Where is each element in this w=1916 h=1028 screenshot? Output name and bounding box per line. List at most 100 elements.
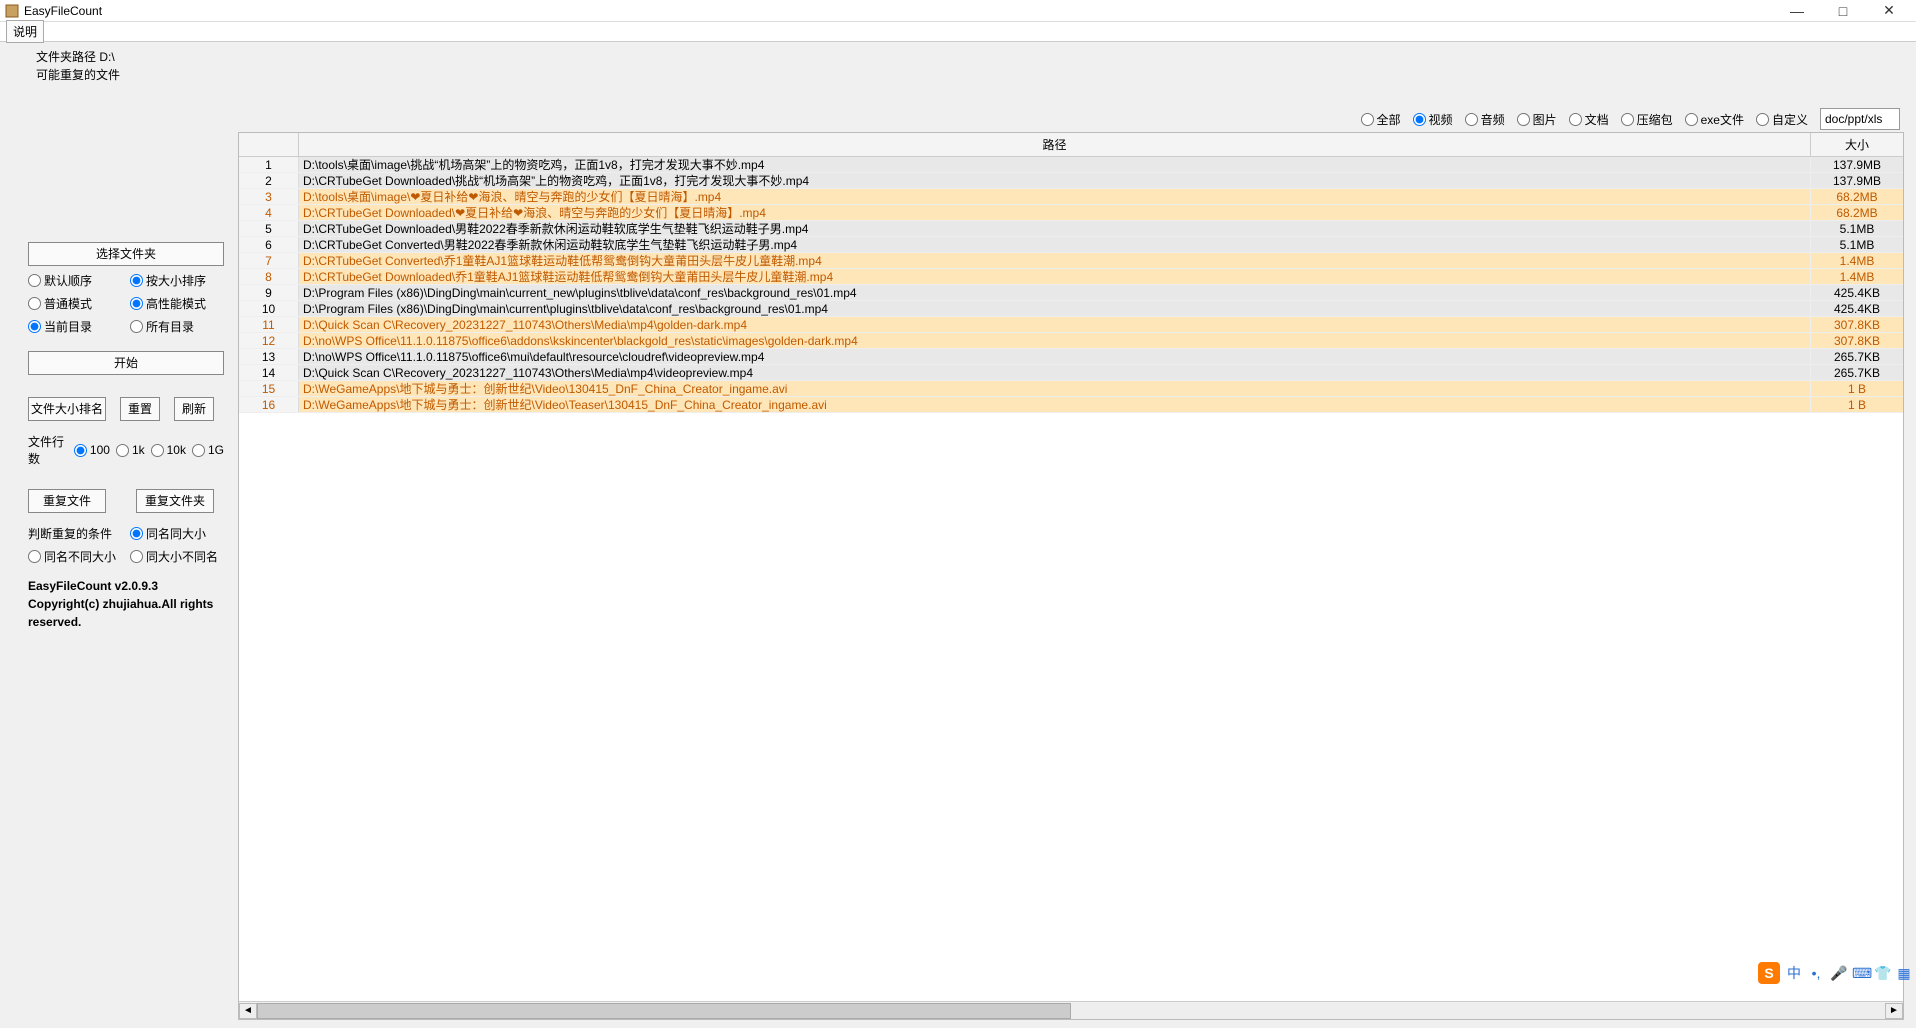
row-index: 13 [239, 349, 299, 364]
sidebar: 选择文件夹 默认顺序 按大小排序 普通模式 高性能模式 当前目录 所有目录 开始… [28, 242, 224, 631]
row-index: 5 [239, 221, 299, 236]
custom-filter-input[interactable] [1820, 108, 1900, 130]
ime-keyboard-icon[interactable]: ⌨ [1852, 965, 1868, 982]
rows-100[interactable]: 100 [74, 443, 110, 457]
table-header: 路径 大小 [239, 133, 1903, 157]
table-row[interactable]: 12D:\no\WPS Office\11.1.0.11875\office6\… [239, 333, 1903, 349]
table-row[interactable]: 7D:\CRTubeGet Converted\乔1童鞋AJ1篮球鞋运动鞋低帮鸳… [239, 253, 1903, 269]
ime-grid-icon[interactable]: ▦ [1896, 965, 1912, 982]
refresh-button[interactable]: 刷新 [174, 397, 214, 421]
filter-exe[interactable]: exe文件 [1685, 111, 1744, 128]
row-index: 2 [239, 173, 299, 188]
rows-1k[interactable]: 1k [116, 443, 145, 457]
filter-all[interactable]: 全部 [1361, 111, 1401, 128]
sogou-icon[interactable]: S [1758, 962, 1780, 984]
sort-size-radio[interactable]: 按大小排序 [130, 272, 224, 289]
rows-label: 文件行数 [28, 433, 68, 467]
row-index: 16 [239, 397, 299, 412]
table-row[interactable]: 16D:\WeGameApps\地下城与勇士：创新世纪\Video\Teaser… [239, 397, 1903, 413]
table-row[interactable]: 11D:\Quick Scan C\Recovery_20231227_1107… [239, 317, 1903, 333]
dup-folders-button[interactable]: 重复文件夹 [136, 489, 214, 513]
dup-files-button[interactable]: 重复文件 [28, 489, 106, 513]
dup-cond-label: 判断重复的条件 [28, 525, 122, 542]
scroll-right-arrow[interactable]: ► [1885, 1003, 1903, 1019]
table-row[interactable]: 9D:\Program Files (x86)\DingDing\main\cu… [239, 285, 1903, 301]
row-path: D:\CRTubeGet Downloaded\男鞋2022春季新款休闲运动鞋软… [299, 221, 1811, 236]
row-index: 11 [239, 317, 299, 332]
mode-normal-radio[interactable]: 普通模式 [28, 295, 122, 312]
col-size[interactable]: 大小 [1811, 133, 1903, 156]
maximize-button[interactable]: □ [1820, 0, 1866, 22]
row-size: 307.8KB [1811, 333, 1903, 348]
row-path: D:\no\WPS Office\11.1.0.11875\office6\mu… [299, 349, 1811, 364]
row-size: 137.9MB [1811, 173, 1903, 188]
row-path: D:\CRTubeGet Converted\乔1童鞋AJ1篮球鞋运动鞋低帮鸳鸯… [299, 253, 1811, 268]
filter-video[interactable]: 视频 [1413, 111, 1453, 128]
copyright-label: Copyright(c) zhujiahua.All rights reserv… [28, 595, 224, 631]
close-button[interactable]: ✕ [1866, 0, 1912, 22]
rank-size-button[interactable]: 文件大小排名 [28, 397, 106, 421]
row-index: 7 [239, 253, 299, 268]
filter-audio[interactable]: 音频 [1465, 111, 1505, 128]
row-index: 15 [239, 381, 299, 396]
scroll-left-arrow[interactable]: ◄ [239, 1003, 257, 1019]
minimize-button[interactable]: — [1774, 0, 1820, 22]
filter-image[interactable]: 图片 [1517, 111, 1557, 128]
cond-name-size[interactable]: 同名同大小 [130, 525, 224, 542]
cond-size-diff-name[interactable]: 同大小不同名 [130, 548, 224, 565]
row-path: D:\CRTubeGet Downloaded\乔1童鞋AJ1篮球鞋运动鞋低帮鸳… [299, 269, 1811, 284]
row-size: 1.4MB [1811, 253, 1903, 268]
scroll-thumb[interactable] [257, 1003, 1071, 1019]
row-size: 1 B [1811, 381, 1903, 396]
row-size: 1 B [1811, 397, 1903, 412]
row-index: 4 [239, 205, 299, 220]
row-path: D:\tools\桌面\image\❤夏日补给❤海浪、晴空与奔跑的少女们【夏日晴… [299, 189, 1811, 204]
filter-custom[interactable]: 自定义 [1756, 111, 1808, 128]
window-title: EasyFileCount [24, 4, 1774, 18]
rows-1g[interactable]: 1G [192, 443, 224, 457]
ime-punct-icon[interactable]: •, [1808, 965, 1824, 981]
row-size: 425.4KB [1811, 285, 1903, 300]
col-path[interactable]: 路径 [299, 133, 1811, 156]
row-path: D:\WeGameApps\地下城与勇士：创新世纪\Video\130415_D… [299, 381, 1811, 396]
rows-10k[interactable]: 10k [151, 443, 186, 457]
ime-skin-icon[interactable]: 👕 [1874, 965, 1890, 982]
table-row[interactable]: 6D:\CRTubeGet Converted\男鞋2022春季新款休闲运动鞋软… [239, 237, 1903, 253]
row-size: 68.2MB [1811, 189, 1903, 204]
ime-zh-icon[interactable]: 中 [1786, 963, 1802, 983]
horizontal-scrollbar[interactable]: ◄ ► [239, 1001, 1903, 1019]
table-row[interactable]: 8D:\CRTubeGet Downloaded\乔1童鞋AJ1篮球鞋运动鞋低帮… [239, 269, 1903, 285]
row-size: 1.4MB [1811, 269, 1903, 284]
start-button[interactable]: 开始 [28, 351, 224, 375]
sort-default-radio[interactable]: 默认顺序 [28, 272, 122, 289]
table-row[interactable]: 14D:\Quick Scan C\Recovery_20231227_1107… [239, 365, 1903, 381]
cond-name-diff-size[interactable]: 同名不同大小 [28, 548, 122, 565]
menu-bar: 说明 [0, 22, 1916, 42]
filter-archive[interactable]: 压缩包 [1621, 111, 1673, 128]
row-path: D:\Program Files (x86)\DingDing\main\cur… [299, 301, 1811, 316]
table-row[interactable]: 2D:\CRTubeGet Downloaded\挑战“机场高架”上的物资吃鸡，… [239, 173, 1903, 189]
table-row[interactable]: 3D:\tools\桌面\image\❤夏日补给❤海浪、晴空与奔跑的少女们【夏日… [239, 189, 1903, 205]
scroll-track[interactable] [257, 1003, 1885, 1019]
row-size: 307.8KB [1811, 317, 1903, 332]
results-table: 路径 大小 1D:\tools\桌面\image\挑战“机场高架”上的物资吃鸡，… [238, 132, 1904, 1020]
ime-mic-icon[interactable]: 🎤 [1830, 965, 1846, 982]
version-label: EasyFileCount v2.0.9.3 [28, 577, 224, 595]
dir-current-radio[interactable]: 当前目录 [28, 318, 122, 335]
mode-perf-radio[interactable]: 高性能模式 [130, 295, 224, 312]
row-size: 425.4KB [1811, 301, 1903, 316]
filter-bar: 全部 视频 音频 图片 文档 压缩包 exe文件 自定义 [1361, 108, 1900, 130]
duplicate-hint: 可能重复的文件 [36, 66, 1904, 84]
table-row[interactable]: 10D:\Program Files (x86)\DingDing\main\c… [239, 301, 1903, 317]
choose-folder-button[interactable]: 选择文件夹 [28, 242, 224, 266]
table-row[interactable]: 5D:\CRTubeGet Downloaded\男鞋2022春季新款休闲运动鞋… [239, 221, 1903, 237]
row-path: D:\Quick Scan C\Recovery_20231227_110743… [299, 317, 1811, 332]
table-row[interactable]: 1D:\tools\桌面\image\挑战“机场高架”上的物资吃鸡，正面1v8，… [239, 157, 1903, 173]
table-row[interactable]: 13D:\no\WPS Office\11.1.0.11875\office6\… [239, 349, 1903, 365]
dir-all-radio[interactable]: 所有目录 [130, 318, 224, 335]
table-row[interactable]: 15D:\WeGameApps\地下城与勇士：创新世纪\Video\130415… [239, 381, 1903, 397]
table-row[interactable]: 4D:\CRTubeGet Downloaded\❤夏日补给❤海浪、晴空与奔跑的… [239, 205, 1903, 221]
reset-button[interactable]: 重置 [120, 397, 160, 421]
filter-doc[interactable]: 文档 [1569, 111, 1609, 128]
menu-help[interactable]: 说明 [6, 20, 44, 43]
